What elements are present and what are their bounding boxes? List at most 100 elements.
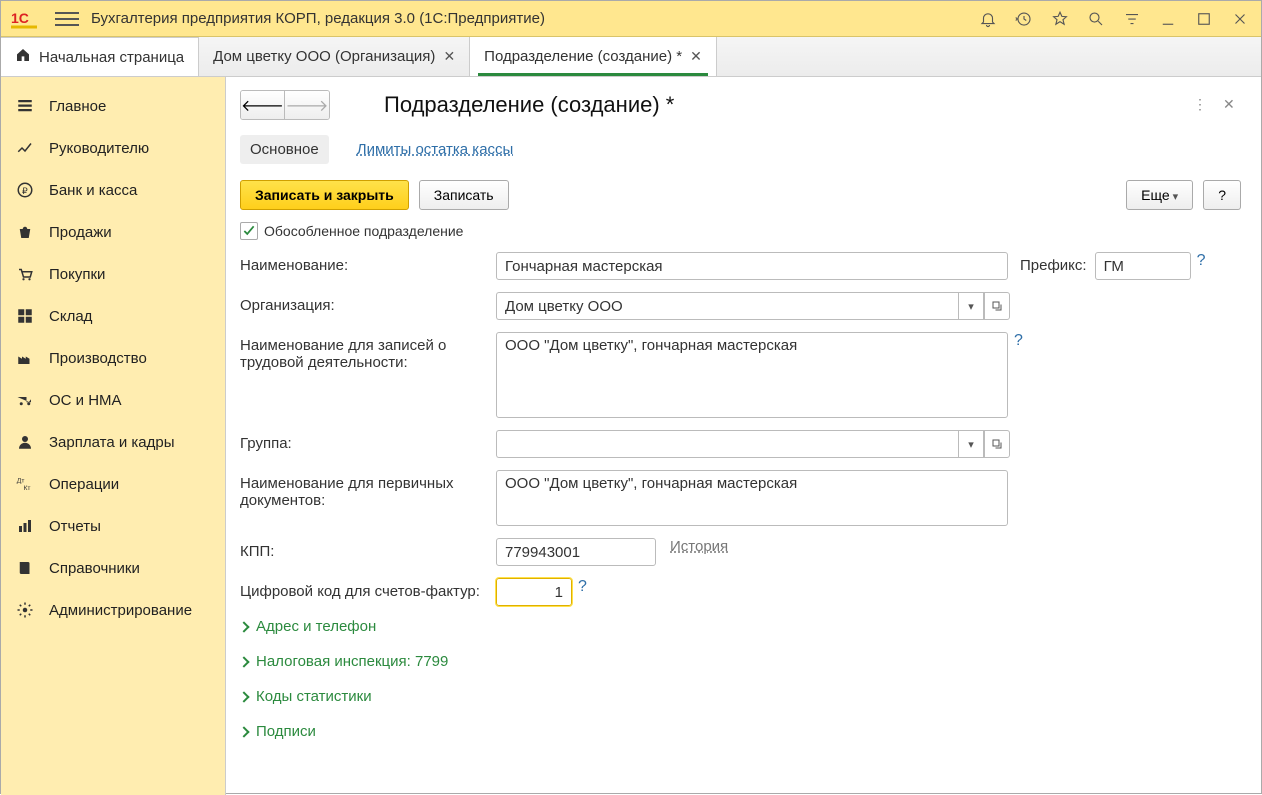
nav-production[interactable]: Производство — [1, 337, 225, 379]
tab-home[interactable]: Начальная страница — [1, 37, 199, 76]
label-kpp: КПП: — [240, 538, 496, 560]
hamburger-icon[interactable] — [55, 7, 79, 31]
digit-code-field[interactable] — [496, 578, 572, 606]
history-link[interactable]: История — [670, 538, 728, 555]
forward-button[interactable]: 🡒 — [285, 91, 329, 119]
titlebar: 1С Бухгалтерия предприятия КОРП, редакци… — [1, 1, 1261, 37]
doc-name-field[interactable] — [496, 470, 1008, 526]
more-button[interactable]: Еще — [1126, 180, 1193, 210]
nav-main[interactable]: Главное — [1, 85, 225, 127]
label-org: Организация: — [240, 292, 496, 314]
subtab-main[interactable]: Основное — [240, 135, 329, 164]
name-field[interactable] — [496, 252, 1008, 280]
nav-buttons: 🡐 🡒 — [240, 90, 330, 120]
group-combo: ▾ — [496, 430, 1010, 458]
main-content: 🡐 🡒 Подразделение (создание) * ⋮ ✕ Основ… — [226, 77, 1261, 795]
open-icon[interactable] — [984, 292, 1010, 320]
label-group: Группа: — [240, 430, 496, 452]
label-doc-name: Наименование для первичных документов: — [240, 470, 496, 509]
boxes-icon — [15, 306, 35, 326]
nav-sales[interactable]: Продажи — [1, 211, 225, 253]
dropdown-icon[interactable]: ▾ — [958, 292, 984, 320]
org-field[interactable] — [496, 292, 958, 320]
org-combo: ▾ — [496, 292, 1010, 320]
label-labor-name: Наименование для записей о трудовой деят… — [240, 332, 496, 371]
nav-warehouse[interactable]: Склад — [1, 295, 225, 337]
sidebar: Главное Руководителю ₽Банк и касса Прода… — [1, 77, 226, 795]
history-icon[interactable] — [1013, 8, 1035, 30]
filter-icon[interactable] — [1121, 8, 1143, 30]
label-name: Наименование: — [240, 252, 496, 274]
separate-subdiv-checkbox[interactable] — [240, 222, 258, 240]
open-icon[interactable] — [984, 430, 1010, 458]
home-icon — [15, 47, 31, 67]
label-prefix: Префикс: — [1020, 252, 1095, 274]
ruble-icon: ₽ — [15, 180, 35, 200]
chevron-right-icon — [238, 656, 249, 667]
trend-icon — [15, 138, 35, 158]
window-title: Бухгалтерия предприятия КОРП, редакция 3… — [91, 10, 977, 27]
group-field[interactable] — [496, 430, 958, 458]
close-page-icon[interactable]: ✕ — [1223, 96, 1241, 114]
close-icon[interactable]: ✕ — [443, 48, 455, 65]
tab-subdivision[interactable]: Подразделение (создание) * ✕ — [470, 37, 717, 76]
svg-text:Дт: Дт — [17, 478, 25, 485]
svg-text:₽: ₽ — [22, 186, 28, 196]
label-digit-code: Цифровой код для счетов-фактур: — [240, 578, 496, 600]
search-icon[interactable] — [1085, 8, 1107, 30]
subtab-limits[interactable]: Лимиты остатка кассы — [347, 135, 524, 164]
help-button[interactable]: ? — [1203, 180, 1241, 210]
kpp-field[interactable] — [496, 538, 656, 566]
tabbar: Начальная страница Дом цветку ООО (Орган… — [1, 37, 1261, 77]
nav-hr[interactable]: Зарплата и кадры — [1, 421, 225, 463]
subtabs: Основное Лимиты остатка кассы — [240, 133, 1241, 166]
toolbar: Записать и закрыть Записать Еще ? — [240, 180, 1241, 210]
book-icon — [15, 558, 35, 578]
gear-icon — [15, 600, 35, 620]
dropdown-icon[interactable]: ▾ — [958, 430, 984, 458]
expand-address[interactable]: Адрес и телефон — [240, 618, 1241, 635]
labor-name-field[interactable] — [496, 332, 1008, 418]
nav-admin[interactable]: Администрирование — [1, 589, 225, 631]
nav-reports[interactable]: Отчеты — [1, 505, 225, 547]
minimize-icon[interactable] — [1157, 8, 1179, 30]
chevron-right-icon — [238, 621, 249, 632]
close-icon[interactable]: ✕ — [690, 48, 702, 65]
app-logo: 1С — [11, 7, 43, 31]
nav-operations[interactable]: ДтКтОперации — [1, 463, 225, 505]
tab-subdivision-label: Подразделение (создание) * — [484, 48, 682, 65]
chevron-right-icon — [238, 691, 249, 702]
close-window-icon[interactable] — [1229, 8, 1251, 30]
svg-text:Кт: Кт — [24, 485, 31, 492]
prefix-help-icon[interactable]: ? — [1191, 252, 1212, 270]
nav-catalogs[interactable]: Справочники — [1, 547, 225, 589]
nav-purchases[interactable]: Покупки — [1, 253, 225, 295]
bell-icon[interactable] — [977, 8, 999, 30]
nav-assets[interactable]: ОС и НМА — [1, 379, 225, 421]
truck-icon — [15, 390, 35, 410]
chevron-right-icon — [238, 726, 249, 737]
labor-help-icon[interactable]: ? — [1008, 332, 1029, 350]
form: Обособленное подразделение Наименование:… — [240, 222, 1241, 740]
svg-text:1С: 1С — [11, 10, 29, 26]
tab-org-label: Дом цветку ООО (Организация) — [213, 48, 435, 65]
nav-bank[interactable]: ₽Банк и касса — [1, 169, 225, 211]
checkbox-label: Обособленное подразделение — [264, 223, 463, 239]
cart-icon — [15, 264, 35, 284]
back-button[interactable]: 🡐 — [241, 91, 285, 119]
prefix-field[interactable] — [1095, 252, 1191, 280]
expand-signatures[interactable]: Подписи — [240, 723, 1241, 740]
save-close-button[interactable]: Записать и закрыть — [240, 180, 409, 210]
kebab-icon[interactable]: ⋮ — [1193, 96, 1211, 114]
star-icon[interactable] — [1049, 8, 1071, 30]
nav-manager[interactable]: Руководителю — [1, 127, 225, 169]
tab-org[interactable]: Дом цветку ООО (Организация) ✕ — [199, 37, 470, 76]
digit-help-icon[interactable]: ? — [572, 578, 593, 596]
chart-icon — [15, 516, 35, 536]
expand-stats[interactable]: Коды статистики — [240, 688, 1241, 705]
maximize-icon[interactable] — [1193, 8, 1215, 30]
save-button[interactable]: Записать — [419, 180, 509, 210]
expand-tax[interactable]: Налоговая инспекция: 7799 — [240, 653, 1241, 670]
page-title: Подразделение (создание) * — [384, 92, 674, 118]
person-icon — [15, 432, 35, 452]
